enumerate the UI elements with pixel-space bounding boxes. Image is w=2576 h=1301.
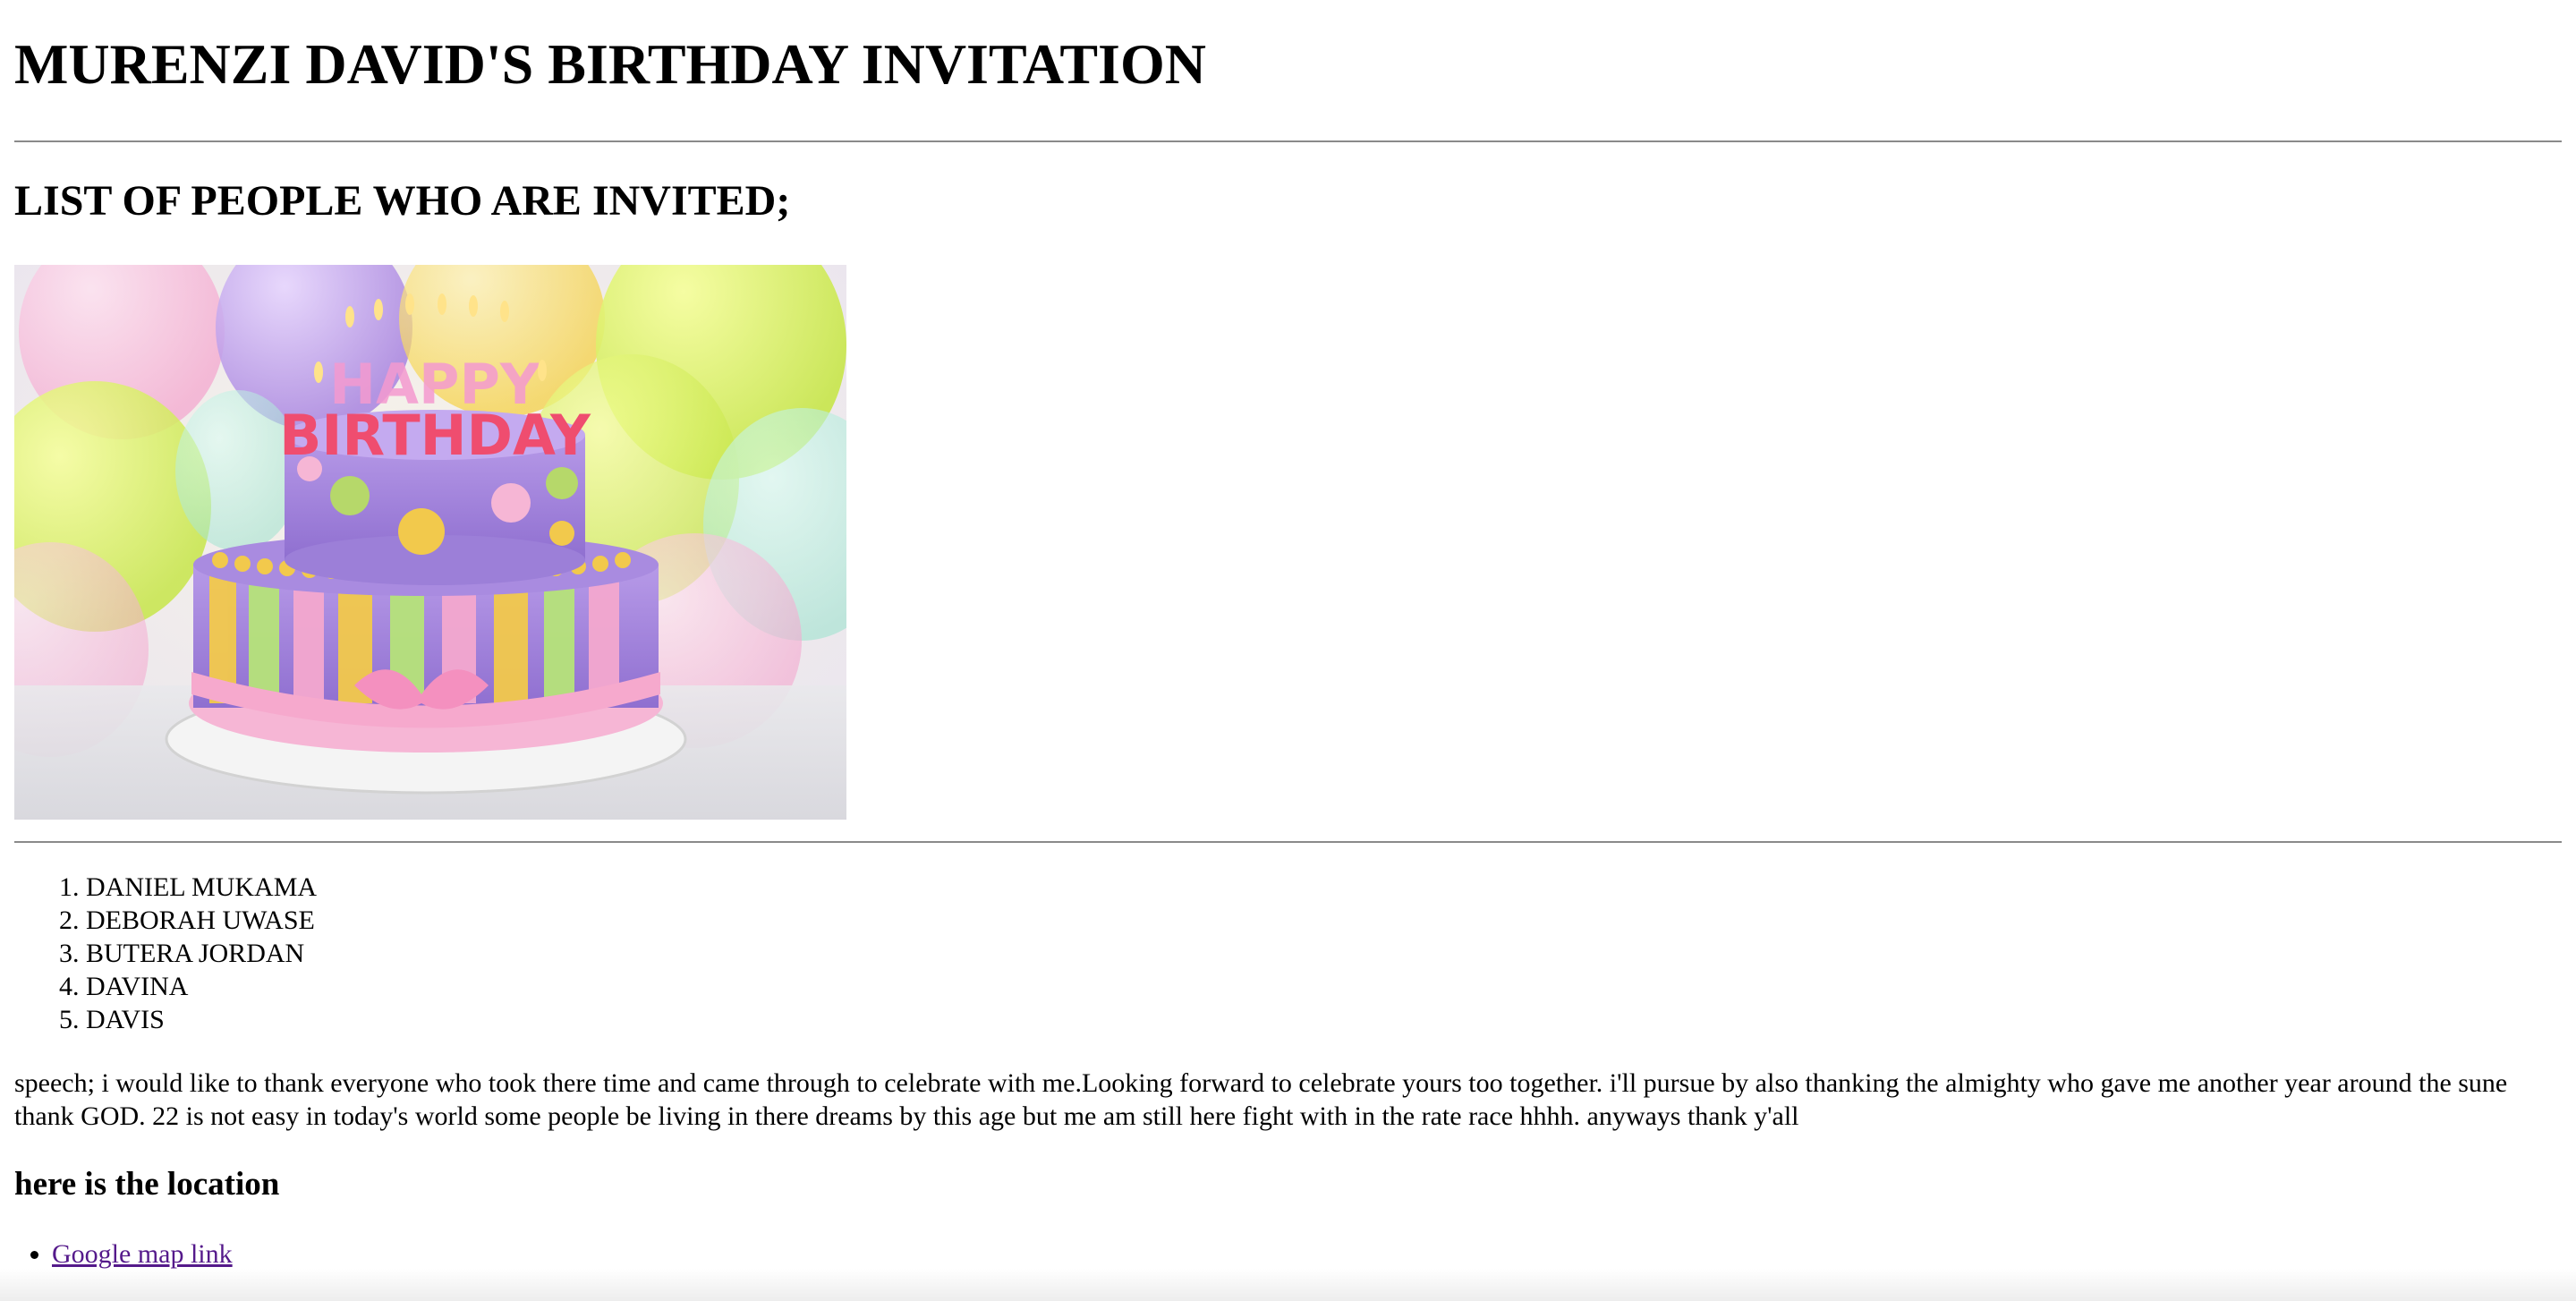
page-title: MURENZI DAVID'S BIRTHDAY INVITATION [14,32,1206,96]
birthday-cake-image: HAPPY BIRTHDAY [14,265,846,820]
google-map-link[interactable]: Google map link [52,1239,233,1269]
list-item: DEBORAH UWASE [86,904,317,937]
list-item: DANIEL MUKAMA [86,871,317,904]
list-item: Google map link [52,1237,233,1271]
list-item: BUTERA JORDAN [86,937,317,970]
list-item: DAVIS [86,1003,317,1036]
location-heading: here is the location [14,1166,280,1203]
invite-list-heading: LIST OF PEOPLE WHO ARE INVITED; [14,177,791,225]
divider-top [14,140,2562,142]
location-links: Google map link [14,1237,233,1271]
guest-list: DANIEL MUKAMA DEBORAH UWASE BUTERA JORDA… [14,871,317,1036]
bottom-edge-shadow [0,1269,2576,1301]
divider-bottom [14,841,2562,843]
speech-paragraph: speech; i would like to thank everyone w… [14,1068,2508,1131]
list-item: DAVINA [86,970,317,1003]
cake-text-birthday: BIRTHDAY [279,403,591,468]
